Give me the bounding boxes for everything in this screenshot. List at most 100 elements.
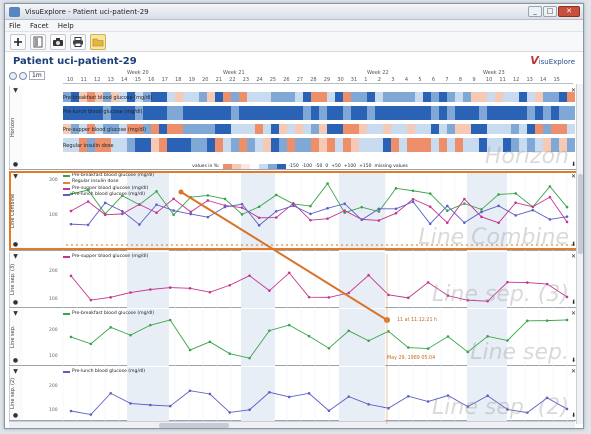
data-point[interactable]	[446, 335, 450, 338]
data-point[interactable]	[257, 224, 261, 227]
data-point[interactable]	[149, 288, 152, 291]
data-point[interactable]	[109, 326, 112, 329]
data-point[interactable]	[406, 394, 410, 398]
data-point[interactable]	[172, 197, 175, 201]
data-point[interactable]	[326, 182, 329, 185]
data-point[interactable]	[103, 213, 107, 217]
data-point[interactable]	[327, 409, 331, 413]
data-point[interactable]	[69, 222, 73, 226]
data-point[interactable]	[103, 201, 107, 205]
menu-file[interactable]: File	[9, 22, 21, 30]
data-point[interactable]	[466, 350, 470, 354]
data-point[interactable]	[121, 212, 124, 216]
data-point[interactable]	[223, 197, 227, 201]
menu-facet[interactable]: Facet	[30, 22, 49, 30]
data-point[interactable]	[307, 392, 311, 395]
data-point[interactable]	[497, 193, 500, 196]
data-point[interactable]	[138, 203, 141, 206]
minimize-button[interactable]: _	[528, 6, 542, 17]
data-point[interactable]	[168, 286, 172, 289]
data-point[interactable]	[268, 329, 271, 332]
data-point[interactable]	[411, 197, 415, 201]
data-point[interactable]	[274, 209, 278, 213]
collapse-arrow-icon[interactable]: ▼	[12, 173, 19, 180]
data-point[interactable]	[367, 339, 370, 343]
data-point[interactable]	[426, 400, 430, 403]
document-button[interactable]	[30, 33, 46, 50]
data-point[interactable]	[292, 202, 295, 205]
data-point[interactable]	[287, 323, 291, 327]
snapshot-button[interactable]	[50, 33, 66, 50]
data-point[interactable]	[394, 187, 398, 190]
data-point[interactable]	[228, 283, 232, 287]
data-point[interactable]	[188, 287, 192, 290]
data-point[interactable]	[514, 214, 517, 217]
data-point[interactable]	[514, 201, 517, 205]
data-point[interactable]	[168, 404, 172, 408]
data-point[interactable]	[387, 330, 390, 333]
print-button[interactable]	[70, 33, 86, 50]
data-point[interactable]	[411, 200, 415, 204]
zoom-in-icon[interactable]	[9, 71, 17, 80]
data-point[interactable]	[531, 208, 535, 212]
data-point[interactable]	[377, 207, 381, 211]
data-point[interactable]	[287, 395, 291, 399]
data-point[interactable]	[347, 329, 351, 333]
data-point[interactable]	[240, 206, 244, 209]
data-point[interactable]	[129, 333, 132, 337]
data-point[interactable]	[248, 274, 251, 277]
data-point[interactable]	[411, 189, 415, 193]
data-point[interactable]	[257, 205, 261, 209]
data-point[interactable]	[565, 205, 569, 209]
add-button[interactable]	[10, 33, 26, 50]
data-point[interactable]	[206, 215, 210, 219]
data-point[interactable]	[155, 203, 158, 206]
data-point[interactable]	[274, 193, 278, 197]
data-point[interactable]	[69, 409, 73, 413]
data-point[interactable]	[486, 335, 489, 338]
data-point[interactable]	[109, 296, 112, 299]
data-point[interactable]	[309, 212, 312, 216]
data-point[interactable]	[86, 223, 90, 227]
scroll-thumb[interactable]	[578, 174, 583, 254]
data-point[interactable]	[347, 395, 351, 398]
data-point[interactable]	[347, 291, 351, 295]
data-point[interactable]	[307, 334, 311, 338]
data-point[interactable]	[360, 218, 364, 222]
data-point[interactable]	[445, 209, 449, 212]
data-point[interactable]	[86, 200, 90, 203]
data-point[interactable]	[268, 289, 271, 292]
menu-help[interactable]: Help	[58, 22, 74, 30]
data-point[interactable]	[463, 202, 466, 205]
panel-handle-icon[interactable]: ●	[12, 357, 19, 364]
data-point[interactable]	[426, 347, 430, 350]
data-point[interactable]	[548, 195, 552, 199]
data-point[interactable]	[287, 271, 291, 275]
data-point[interactable]	[445, 204, 449, 208]
data-point[interactable]	[531, 205, 535, 209]
data-point[interactable]	[69, 335, 73, 339]
data-point[interactable]	[343, 209, 346, 212]
data-point[interactable]	[292, 204, 295, 208]
data-point[interactable]	[406, 346, 410, 349]
data-point[interactable]	[307, 295, 311, 299]
data-point[interactable]	[248, 356, 251, 360]
data-point[interactable]	[377, 219, 381, 222]
open-folder-button[interactable]	[90, 33, 106, 50]
data-point[interactable]	[394, 207, 398, 211]
data-point[interactable]	[514, 192, 517, 195]
data-point[interactable]	[360, 205, 364, 209]
data-point[interactable]	[406, 296, 410, 300]
data-point[interactable]	[89, 413, 93, 416]
data-point[interactable]	[189, 195, 193, 199]
data-point[interactable]	[326, 217, 329, 220]
data-point[interactable]	[155, 190, 158, 193]
panel-handle-icon[interactable]: ●	[12, 412, 19, 419]
data-point[interactable]	[387, 293, 390, 297]
panel-handle-icon[interactable]: ●	[12, 161, 19, 168]
data-point[interactable]	[208, 340, 212, 344]
data-point[interactable]	[208, 392, 212, 396]
data-point[interactable]	[121, 209, 124, 213]
data-point[interactable]	[172, 213, 175, 217]
data-point[interactable]	[327, 296, 331, 299]
